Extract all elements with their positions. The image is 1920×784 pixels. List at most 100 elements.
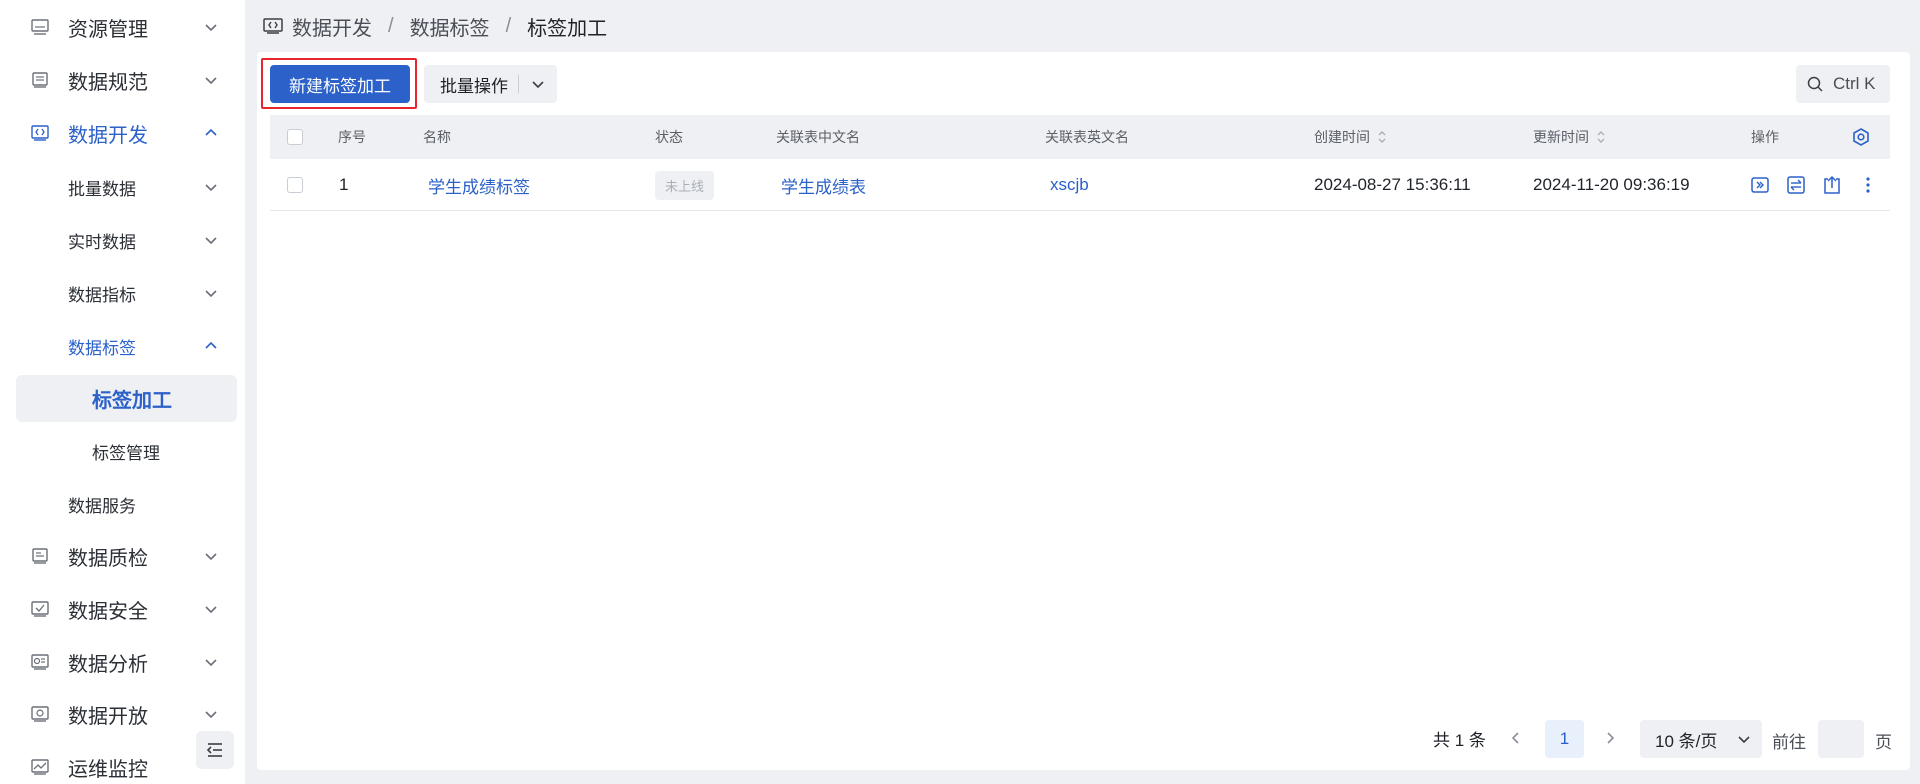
run-icon[interactable]: [1750, 175, 1770, 195]
chevron-down-icon: [205, 606, 217, 614]
sidebar-item-realtime-data[interactable]: 实时数据: [0, 215, 245, 265]
chevron-down-icon: [532, 81, 544, 89]
column-header-table-en: 关联表英文名: [1045, 129, 1129, 145]
chevron-down-icon: [205, 77, 217, 85]
server-icon: [31, 19, 49, 35]
column-header-updated[interactable]: 更新时间: [1533, 115, 1605, 159]
breadcrumb-item[interactable]: 数据开发: [292, 12, 372, 41]
row-checkbox[interactable]: [287, 177, 303, 193]
chevron-down-icon: [205, 659, 217, 667]
cell-updated: 2024-11-20 09:36:19: [1533, 175, 1690, 194]
sidebar: 资源管理 数据规范 数据开发 批量数据 实时数据 数据指标 数据标签 标签加工 …: [0, 0, 245, 784]
sidebar-item-metrics[interactable]: 数据指标: [0, 268, 245, 318]
chevron-up-icon: [205, 128, 217, 136]
chevron-down-icon: [205, 24, 217, 32]
inspect-icon: [32, 548, 48, 564]
cell-created: 2024-08-27 15:36:11: [1314, 175, 1471, 194]
cell-name-link[interactable]: 学生成绩标签: [428, 159, 530, 211]
column-header-created[interactable]: 创建时间: [1314, 115, 1386, 159]
search-icon: [1807, 76, 1823, 92]
sidebar-item-label: 标签管理: [92, 443, 160, 463]
column-header-label: 更新时间: [1533, 129, 1589, 145]
sidebar-item-batch-data[interactable]: 批量数据: [0, 162, 245, 212]
column-header-label: 创建时间: [1314, 129, 1370, 145]
sort-icon: [1378, 131, 1386, 143]
publish-icon[interactable]: [1822, 175, 1842, 195]
sidebar-item-label: 数据规范: [68, 71, 148, 94]
collapse-sidebar-button[interactable]: [196, 731, 234, 769]
column-header-index: 序号: [338, 129, 366, 145]
sidebar-item-label: 数据安全: [68, 600, 148, 623]
sidebar-item-tag-management[interactable]: 标签管理: [0, 426, 245, 476]
sidebar-item-label: 数据开发: [68, 124, 148, 147]
breadcrumb: 数据开发 / 数据标签 / 标签加工: [262, 12, 607, 40]
sidebar-item-label: 标签加工: [92, 390, 172, 412]
sidebar-item-label: 数据指标: [68, 285, 136, 305]
table-header: 序号 名称 状态 关联表中文名 关联表英文名 创建时间 更新时间 操作: [270, 115, 1890, 159]
cell-status: 未上线: [655, 159, 715, 211]
shield-check-icon: [31, 601, 49, 617]
code-icon: [263, 18, 283, 34]
sidebar-item-security[interactable]: 数据安全: [0, 584, 245, 634]
previous-page-icon[interactable]: [1504, 724, 1528, 752]
sidebar-item-data-service[interactable]: 数据服务: [0, 479, 245, 529]
search-shortcut: Ctrl K: [1833, 74, 1876, 93]
code-icon: [31, 125, 49, 141]
column-header-name: 名称: [423, 129, 451, 145]
chevron-down-icon: [205, 290, 217, 298]
page-size-select[interactable]: 10 条/页: [1640, 720, 1762, 758]
sidebar-item-standard[interactable]: 数据规范: [0, 55, 245, 105]
window-edge: [1914, 0, 1920, 784]
sidebar-item-data-tags[interactable]: 数据标签: [0, 321, 245, 371]
chevron-down-icon: [205, 237, 217, 245]
chevron-down-icon: [1738, 736, 1750, 744]
chevron-down-icon: [205, 711, 217, 719]
goto-label: 前往: [1772, 733, 1806, 752]
indent-icon: [206, 743, 222, 757]
sidebar-item-label: 数据质检: [68, 547, 148, 570]
pagination-total: 共 1 条: [1433, 731, 1486, 750]
sidebar-item-tag-processing[interactable]: 标签加工: [16, 375, 237, 422]
column-header-table-cn: 关联表中文名: [776, 129, 860, 145]
monitor-icon: [31, 759, 49, 775]
chevron-down-icon: [205, 184, 217, 192]
sidebar-item-label: 数据分析: [68, 653, 148, 676]
sidebar-item-label: 数据服务: [68, 496, 136, 516]
chevron-down-icon: [205, 553, 217, 561]
select-all-checkbox[interactable]: [287, 129, 303, 145]
sidebar-item-dev[interactable]: 数据开发: [0, 108, 245, 158]
new-tag-processing-button[interactable]: 新建标签加工: [270, 65, 410, 103]
next-page-icon[interactable]: [1598, 724, 1622, 752]
status-badge: 未上线: [655, 170, 715, 200]
settings-icon[interactable]: [1851, 127, 1871, 147]
sidebar-item-resource[interactable]: 资源管理: [0, 2, 245, 52]
cell-table-cn-link[interactable]: 学生成绩表: [781, 159, 866, 211]
sidebar-item-quality[interactable]: 数据质检: [0, 531, 245, 581]
batch-operations-label: 批量操作: [440, 76, 508, 96]
page-number-current[interactable]: 1: [1545, 720, 1584, 758]
sidebar-item-label: 数据开放: [68, 705, 148, 728]
breadcrumb-separator: /: [505, 14, 512, 37]
more-icon[interactable]: [1858, 175, 1878, 195]
switch-icon[interactable]: [1786, 175, 1806, 195]
batch-operations-dropdown[interactable]: 批量操作: [424, 65, 557, 103]
sidebar-item-label: 批量数据: [68, 179, 136, 199]
cell-table-en-link[interactable]: xscjb: [1050, 159, 1089, 211]
goto-page-input[interactable]: [1818, 720, 1864, 758]
table-row: 1 学生成绩标签 未上线 学生成绩表 xscjb 2024-08-27 15:3…: [270, 159, 1890, 211]
page-size-label: 10 条/页: [1655, 731, 1718, 751]
breadcrumb-item[interactable]: 数据标签: [410, 12, 490, 41]
share-icon: [31, 706, 49, 722]
analysis-icon: [31, 654, 49, 670]
column-header-status: 状态: [655, 129, 683, 145]
chevron-up-icon: [205, 341, 217, 349]
sidebar-item-label: 数据标签: [68, 338, 136, 358]
breadcrumb-current: 标签加工: [527, 17, 608, 40]
cell-index: 1: [339, 175, 349, 194]
breadcrumb-separator: /: [388, 14, 394, 37]
sidebar-item-analysis[interactable]: 数据分析: [0, 637, 245, 687]
document-icon: [32, 72, 48, 88]
page-unit-label: 页: [1875, 733, 1892, 752]
sidebar-item-label: 运维监控: [68, 758, 148, 781]
search-button[interactable]: Ctrl K: [1796, 65, 1890, 103]
